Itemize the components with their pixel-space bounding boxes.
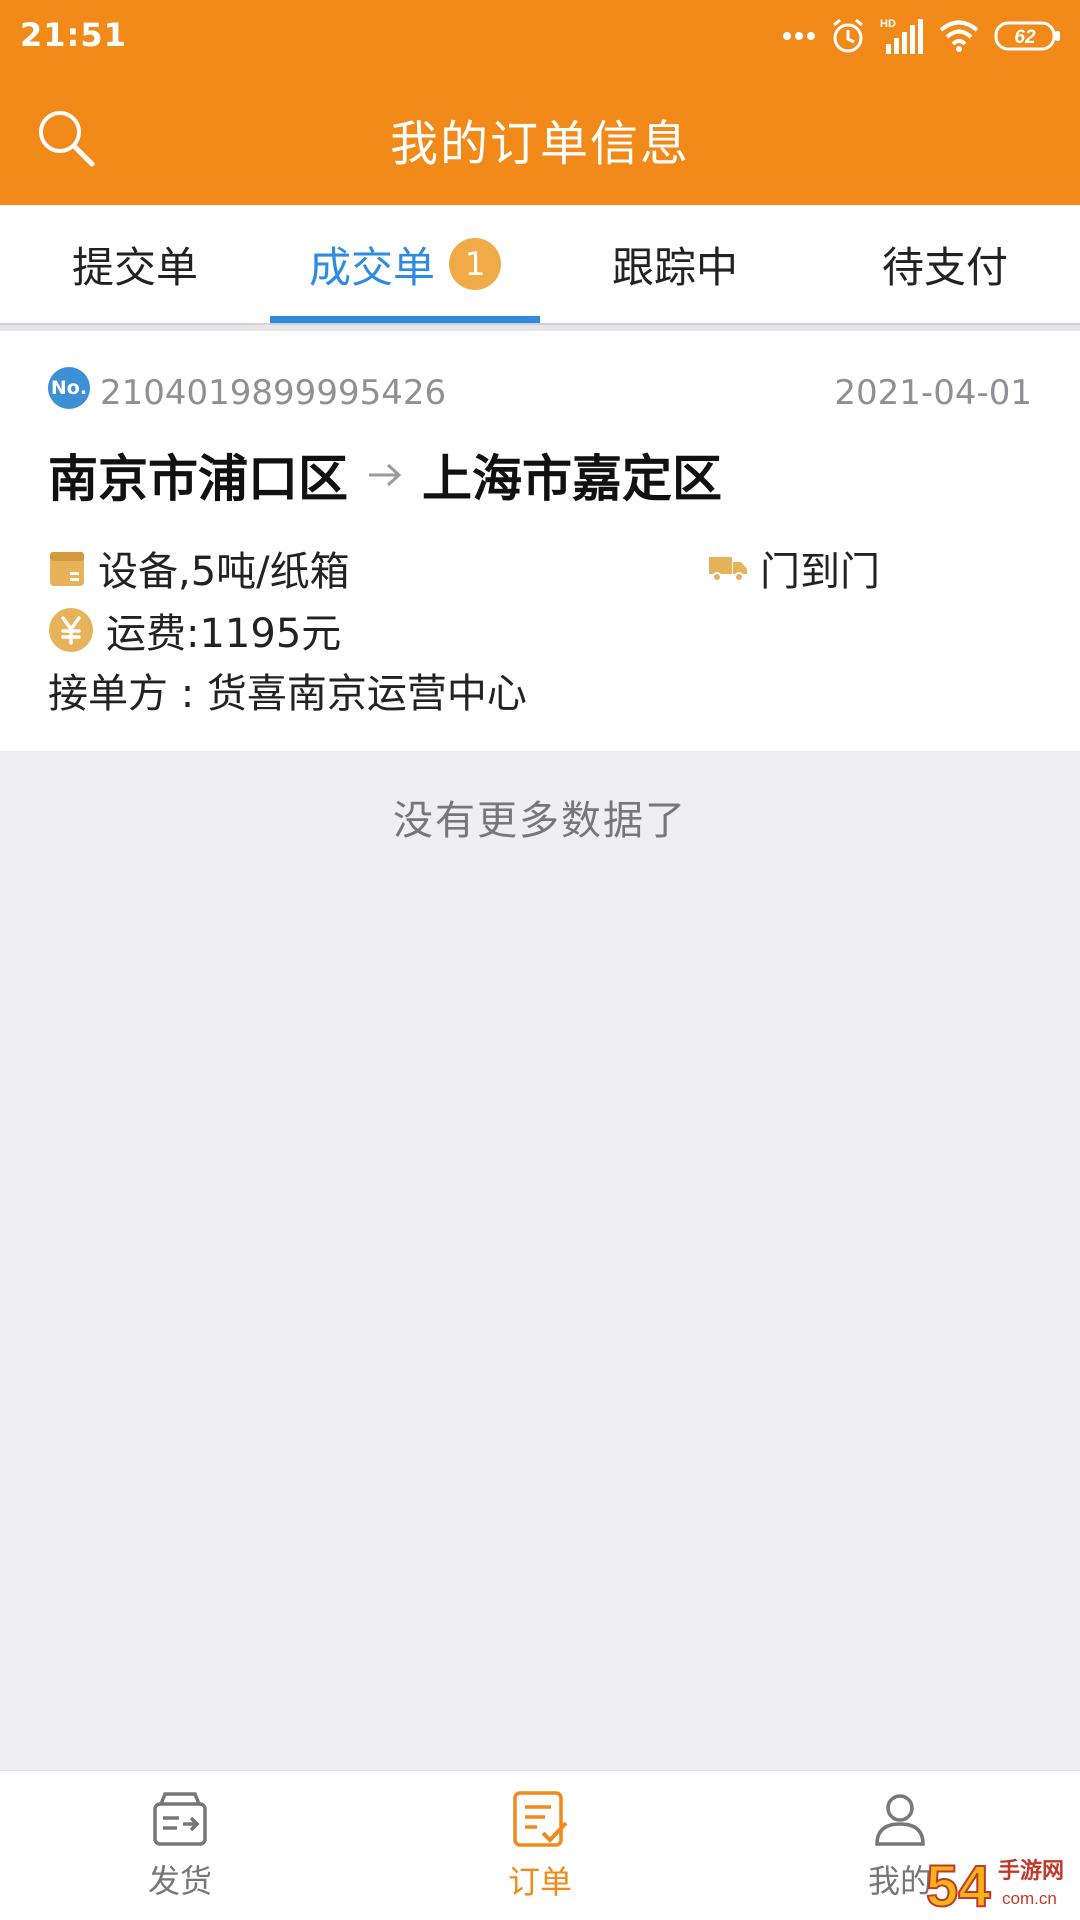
page-title: 我的订单信息 <box>389 116 690 172</box>
watermark-logo: 54 手游网 com.cn <box>925 1853 1064 1914</box>
route-origin: 南京市浦口区 <box>48 450 348 508</box>
app-screen: 21:51 HD 62 我的订单信息 提交单 成交单 1 跟踪中 待支付 No.… <box>0 0 1080 1920</box>
bottom-nav: 发货 订单 我的 <box>0 1770 1080 1920</box>
status-icons: HD 62 <box>782 14 1062 58</box>
nav-label: 发货 <box>147 1861 212 1900</box>
ship-box-icon <box>153 1791 207 1846</box>
tab-label: 待支付 <box>881 242 1008 292</box>
signal-icon: HD <box>880 18 923 54</box>
tab-count-badge: 1 <box>449 238 501 290</box>
tab-tracking[interactable]: 跟踪中 <box>540 205 810 323</box>
freight-info: 运费:1195元 <box>48 601 341 659</box>
tab-closed-deal[interactable]: 成交单 1 <box>270 205 540 323</box>
goods-info: 设备,5吨/纸箱 <box>48 539 350 597</box>
arrow-right-icon <box>369 463 402 487</box>
tab-label: 成交单 <box>308 242 435 292</box>
tab-pending-payment[interactable]: 待支付 <box>810 205 1080 323</box>
nav-label: 我的 <box>867 1861 932 1900</box>
freight-text: 运费:1195元 <box>106 611 342 657</box>
nav-item-ship[interactable]: 发货 <box>0 1771 360 1920</box>
package-icon <box>50 552 84 586</box>
watermark-domain: com.cn <box>1002 1889 1057 1908</box>
order-card[interactable]: No. 2104019899995426 2021-04-01 南京市浦口区 上… <box>0 331 1080 751</box>
watermark-site-text: 手游网 <box>998 1858 1064 1884</box>
watermark-brand: 54 <box>926 1854 991 1914</box>
order-list-icon <box>513 1790 568 1847</box>
receiver-info: 接单方 : 货喜南京运营中心 <box>48 671 527 717</box>
order-number-icon: No. <box>48 367 90 409</box>
app-header: 21:51 HD 62 我的订单信息 <box>0 0 1080 205</box>
tab-submitted[interactable]: 提交单 <box>0 205 270 323</box>
tab-label: 提交单 <box>71 242 198 292</box>
order-tabs: 提交单 成交单 1 跟踪中 待支付 <box>0 205 1080 323</box>
battery-level: 62 <box>1014 27 1036 48</box>
tabs-divider <box>0 323 1080 331</box>
nav-item-orders[interactable]: 订单 <box>360 1771 720 1920</box>
battery-icon: 62 <box>994 21 1060 51</box>
wifi-icon <box>939 20 979 52</box>
tab-label: 跟踪中 <box>611 242 738 292</box>
order-route: 南京市浦口区 上海市嘉定区 <box>48 439 722 511</box>
order-number: 2104019899995426 <box>100 373 447 413</box>
delivery-mode: 门到门 <box>708 539 880 597</box>
alarm-icon <box>833 18 863 53</box>
yuan-coin-icon <box>49 608 93 652</box>
delivery-mode-text: 门到门 <box>760 549 880 595</box>
more-dots-icon <box>783 32 815 40</box>
route-destination: 上海市嘉定区 <box>422 450 722 508</box>
user-icon <box>875 1793 925 1846</box>
truck-icon <box>709 557 747 582</box>
nav-label: 订单 <box>507 1862 572 1901</box>
status-time: 21:51 <box>20 16 127 54</box>
order-date: 2021-04-01 <box>834 373 1032 413</box>
goods-text: 设备,5吨/纸箱 <box>98 549 350 595</box>
network-type-label: HD <box>880 18 896 30</box>
list-end-text: 没有更多数据了 <box>393 798 687 844</box>
